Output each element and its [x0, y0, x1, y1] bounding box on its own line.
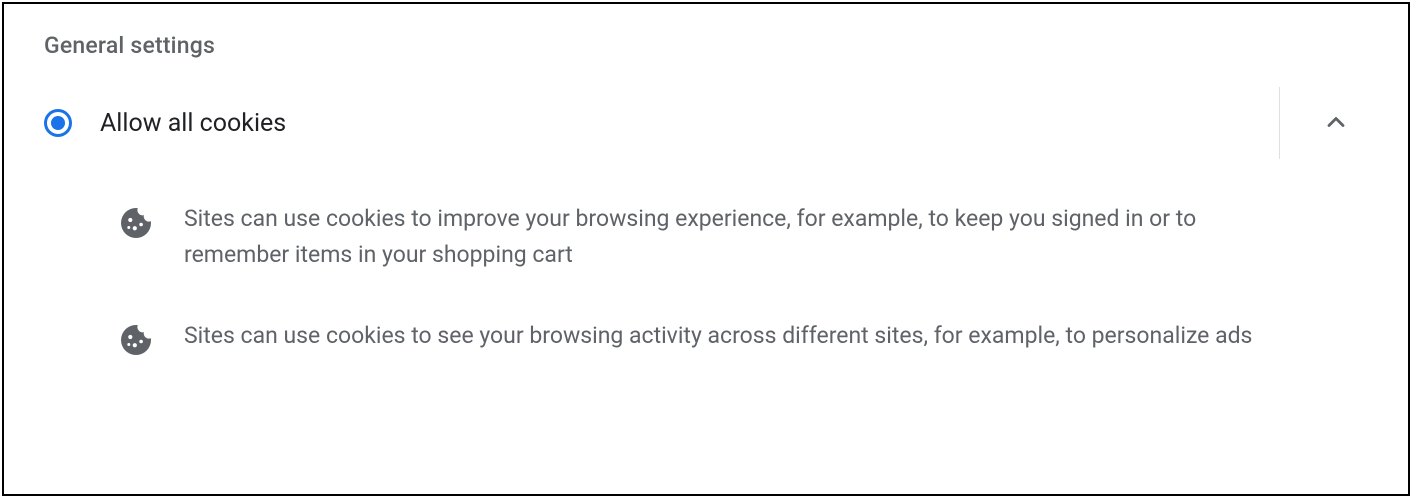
cookie-icon	[118, 205, 154, 241]
general-settings-panel: General settings Allow all cookies	[2, 2, 1410, 496]
vertical-divider	[1279, 87, 1280, 159]
cookie-icon	[118, 322, 154, 358]
collapse-button[interactable]	[1312, 99, 1360, 147]
allow-all-cookies-radio[interactable]	[44, 109, 72, 137]
section-title: General settings	[44, 32, 1368, 59]
description-item: Sites can use cookies to improve your br…	[118, 201, 1368, 272]
description-text: Sites can use cookies to improve your br…	[184, 201, 1304, 272]
chevron-up-icon	[1322, 108, 1350, 139]
option-label: Allow all cookies	[100, 109, 1284, 138]
cookie-option-row[interactable]: Allow all cookies	[44, 99, 1368, 147]
option-description-list: Sites can use cookies to improve your br…	[44, 201, 1368, 358]
description-item: Sites can use cookies to see your browsi…	[118, 318, 1368, 358]
radio-selected-dot	[51, 116, 65, 130]
description-text: Sites can use cookies to see your browsi…	[184, 318, 1252, 354]
